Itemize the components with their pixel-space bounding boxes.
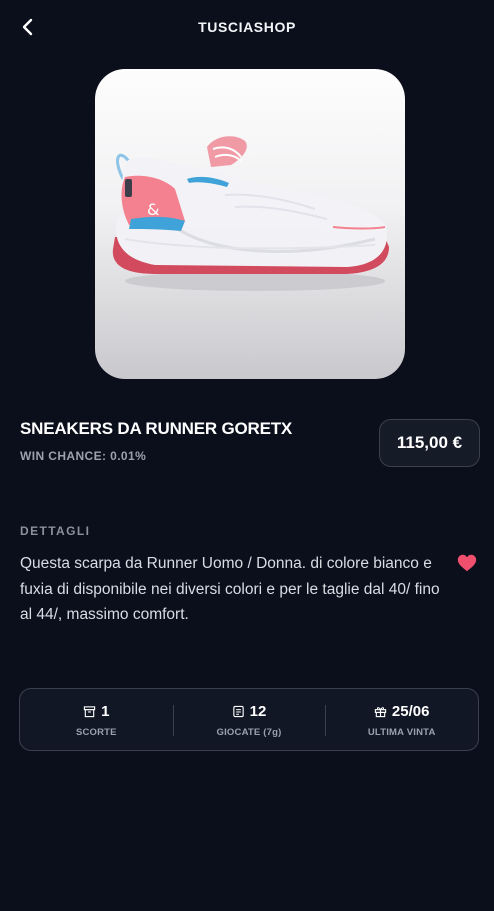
- page-title: TUSCIASHOP: [198, 19, 296, 35]
- gift-icon: [374, 706, 387, 717]
- receipt-icon: [232, 705, 244, 717]
- product-description: Questa scarpa da Runner Uomo / Donna. di…: [20, 555, 440, 623]
- app-header: TUSCIASHOP: [0, 0, 494, 56]
- stat-value: 12: [249, 702, 267, 720]
- favorite-button[interactable]: [456, 552, 478, 574]
- stat-last-win: 25/06 ULTIMA VINTA: [325, 689, 478, 750]
- stat-label: ULTIMA VINTA: [367, 727, 436, 738]
- heart-icon: [457, 554, 477, 572]
- box-icon: [83, 705, 96, 717]
- product-image: &: [95, 69, 405, 379]
- stat-value: 1: [101, 702, 110, 720]
- details-heading: DETTAGLI: [20, 524, 91, 538]
- stat-plays: 12 GIOCATE (7g): [172, 689, 326, 750]
- stat-stock: 1 SCORTE: [20, 689, 173, 750]
- stat-value: 25/06: [391, 702, 430, 720]
- stats-card: 1 SCORTE 12 GIOCATE (7g) 25/06 ULTIMA VI…: [19, 688, 479, 751]
- svg-text:&: &: [147, 200, 159, 219]
- sneaker-illustration: &: [112, 136, 389, 291]
- price-button[interactable]: 115,00 €: [379, 419, 480, 467]
- win-chance-text: WIN CHANCE: 0.01%: [20, 449, 147, 463]
- stat-label: GIOCATE (7g): [216, 727, 282, 738]
- product-title: SNEAKERS DA RUNNER GORETX: [20, 419, 293, 438]
- stat-label: SCORTE: [75, 727, 117, 738]
